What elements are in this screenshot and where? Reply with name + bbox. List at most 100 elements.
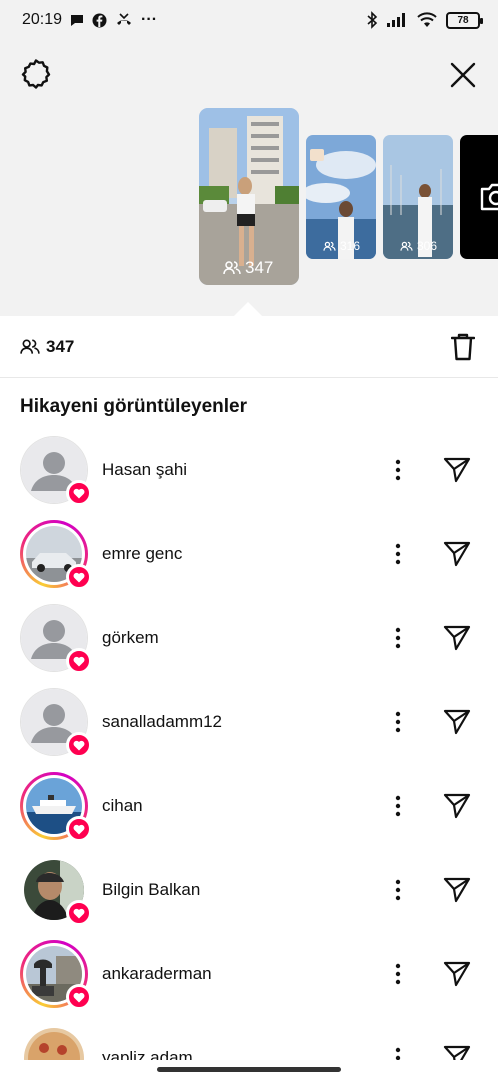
heart-icon [73,572,85,582]
viewer-row[interactable]: yapliz adam [0,1016,498,1060]
paper-plane-icon [443,709,471,735]
viewer-row[interactable]: ankaraderman [0,932,498,1016]
like-badge [66,984,92,1010]
facebook-icon [92,13,107,27]
views-count: 347 [20,337,74,357]
story-view-count: 316 [323,239,360,253]
more-options-button[interactable] [386,539,410,569]
heart-icon [73,908,85,918]
avatar[interactable] [20,520,92,590]
close-icon [450,62,476,88]
more-vertical-icon [395,711,401,733]
paper-plane-icon [443,1045,471,1060]
story-view-count: 347 [223,258,273,278]
section-title: Hikayeni görüntüleyenler [20,396,248,417]
add-story-tile[interactable] [460,135,498,259]
send-message-button[interactable] [442,875,472,905]
more-vertical-icon [395,627,401,649]
viewer-username[interactable]: Hasan şahi [102,460,187,480]
viewer-username[interactable]: cihan [102,796,143,816]
more-vertical-icon [395,879,401,901]
story-view-count: 306 [400,239,437,253]
viewer-row[interactable]: cihan [0,764,498,848]
more-options-button[interactable] [386,875,410,905]
send-message-button[interactable] [442,791,472,821]
send-message-button[interactable] [442,707,472,737]
settings-button[interactable] [20,58,52,90]
viewer-username[interactable]: görkem [102,628,159,648]
selected-indicator [234,302,262,316]
send-message-button[interactable] [442,623,472,653]
more-vertical-icon [395,1047,401,1060]
views-count-label: 347 [46,336,75,356]
delete-story-button[interactable] [448,331,478,363]
viewer-row[interactable]: Hasan şahi [0,428,498,512]
viewer-list[interactable]: Hasan şahi emre genc görkem sanalladamm1… [0,428,498,1060]
story-thumbnail[interactable]: 316 [306,135,376,259]
story-thumbnail[interactable]: 306 [383,135,453,259]
send-message-button[interactable] [442,1043,472,1060]
more-options-button[interactable] [386,623,410,653]
avatar[interactable] [20,772,92,842]
wifi-icon [417,12,437,27]
viewers-icon [223,261,241,275]
heart-icon [73,824,85,834]
send-message-button[interactable] [442,959,472,989]
story-thumbnail-selected[interactable]: 347 [199,108,299,285]
avatar[interactable] [20,604,92,674]
paper-plane-icon [443,625,471,651]
heart-icon [73,992,85,1002]
more-options-button[interactable] [386,455,410,485]
more-options-button[interactable] [386,1043,410,1060]
avatar[interactable] [20,688,92,758]
send-message-button[interactable] [442,539,472,569]
paper-plane-icon [443,793,471,819]
like-badge [66,900,92,926]
views-header: 347 [0,316,498,378]
like-badge [66,816,92,842]
gear-icon [21,59,51,89]
viewer-username[interactable]: yapliz adam [102,1048,193,1060]
like-badge [66,480,92,506]
signal-icon [387,13,405,27]
avatar[interactable] [20,940,92,1010]
viewers-icon [400,241,413,251]
viewer-username[interactable]: ankaraderman [102,964,212,984]
like-badge [66,732,92,758]
more-vertical-icon [395,963,401,985]
battery-icon: 78 [446,11,483,29]
trash-icon [451,333,475,360]
more-vertical-icon [395,459,401,481]
story-preview-area: 347 316 306 [0,40,498,316]
avatar[interactable] [20,856,92,926]
heart-icon [73,656,85,666]
more-options-button[interactable] [386,959,410,989]
viewer-username[interactable]: sanalladamm12 [102,712,222,732]
viewer-row[interactable]: görkem [0,596,498,680]
heart-icon [73,488,85,498]
more-options-button[interactable] [386,791,410,821]
home-indicator[interactable] [157,1067,341,1072]
more-vertical-icon [395,795,401,817]
close-button[interactable] [446,58,480,92]
viewer-username[interactable]: Bilgin Balkan [102,880,200,900]
status-time: 20:19 [22,11,63,28]
status-more: ··· [141,11,158,28]
viewer-row[interactable]: emre genc [0,512,498,596]
like-badge [66,564,92,590]
viewer-row[interactable]: Bilgin Balkan [0,848,498,932]
like-badge [66,648,92,674]
paper-plane-icon [443,541,471,567]
camera-icon [480,183,498,211]
more-vertical-icon [395,543,401,565]
viewer-row[interactable]: sanalladamm12 [0,680,498,764]
send-message-button[interactable] [442,455,472,485]
viewer-username[interactable]: emre genc [102,544,182,564]
missed-call-icon [117,13,132,25]
viewers-icon [323,241,336,251]
heart-icon [73,740,85,750]
avatar[interactable] [20,436,92,506]
avatar[interactable] [20,1024,88,1060]
paper-plane-icon [443,961,471,987]
more-options-button[interactable] [386,707,410,737]
